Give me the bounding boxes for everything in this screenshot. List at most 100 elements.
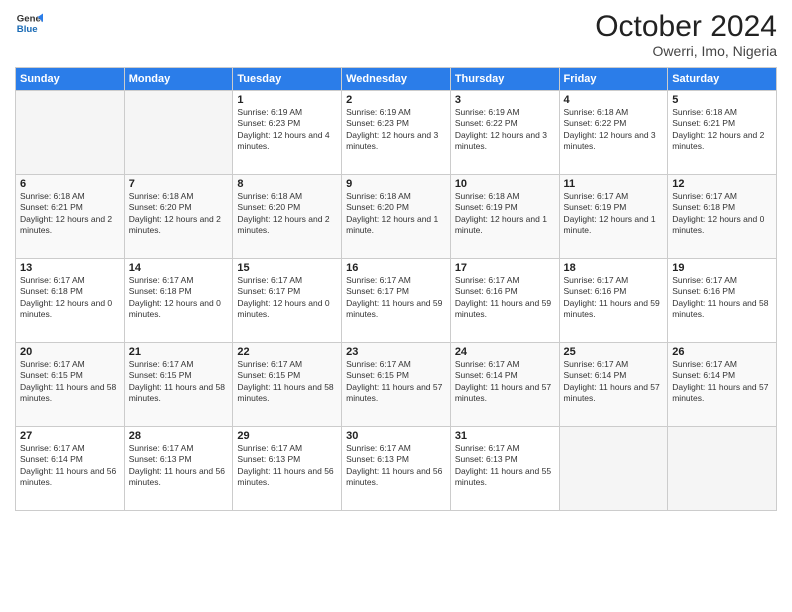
- day-number: 8: [237, 178, 337, 190]
- dow-header: Sunday: [16, 68, 125, 91]
- day-number: 19: [672, 262, 772, 274]
- calendar-cell: [559, 427, 668, 511]
- cell-info: Sunrise: 6:17 AM Sunset: 6:19 PM Dayligh…: [564, 191, 664, 237]
- day-number: 2: [346, 94, 446, 106]
- month-title: October 2024: [595, 10, 777, 43]
- title-block: October 2024 Owerri, Imo, Nigeria: [595, 10, 777, 59]
- cell-info: Sunrise: 6:17 AM Sunset: 6:15 PM Dayligh…: [20, 359, 120, 405]
- day-number: 5: [672, 94, 772, 106]
- cell-info: Sunrise: 6:17 AM Sunset: 6:13 PM Dayligh…: [346, 443, 446, 489]
- calendar-week-row: 1Sunrise: 6:19 AM Sunset: 6:23 PM Daylig…: [16, 91, 777, 175]
- day-number: 30: [346, 430, 446, 442]
- day-number: 9: [346, 178, 446, 190]
- cell-info: Sunrise: 6:17 AM Sunset: 6:18 PM Dayligh…: [20, 275, 120, 321]
- dow-header: Thursday: [450, 68, 559, 91]
- cell-info: Sunrise: 6:17 AM Sunset: 6:13 PM Dayligh…: [237, 443, 337, 489]
- page: General Blue October 2024 Owerri, Imo, N…: [0, 0, 792, 612]
- day-number: 23: [346, 346, 446, 358]
- day-number: 28: [129, 430, 229, 442]
- cell-info: Sunrise: 6:17 AM Sunset: 6:16 PM Dayligh…: [672, 275, 772, 321]
- cell-info: Sunrise: 6:19 AM Sunset: 6:22 PM Dayligh…: [455, 107, 555, 153]
- calendar-cell: 22Sunrise: 6:17 AM Sunset: 6:15 PM Dayli…: [233, 343, 342, 427]
- svg-text:General: General: [17, 13, 43, 24]
- calendar-cell: 8Sunrise: 6:18 AM Sunset: 6:20 PM Daylig…: [233, 175, 342, 259]
- day-number: 4: [564, 94, 664, 106]
- calendar-cell: 21Sunrise: 6:17 AM Sunset: 6:15 PM Dayli…: [124, 343, 233, 427]
- calendar-cell: 3Sunrise: 6:19 AM Sunset: 6:22 PM Daylig…: [450, 91, 559, 175]
- location: Owerri, Imo, Nigeria: [595, 43, 777, 59]
- dow-header: Saturday: [668, 68, 777, 91]
- dow-header: Friday: [559, 68, 668, 91]
- cell-info: Sunrise: 6:17 AM Sunset: 6:18 PM Dayligh…: [129, 275, 229, 321]
- cell-info: Sunrise: 6:19 AM Sunset: 6:23 PM Dayligh…: [237, 107, 337, 153]
- day-number: 11: [564, 178, 664, 190]
- day-number: 15: [237, 262, 337, 274]
- logo-icon: General Blue: [15, 10, 43, 38]
- svg-text:Blue: Blue: [17, 24, 38, 35]
- calendar-cell: 30Sunrise: 6:17 AM Sunset: 6:13 PM Dayli…: [342, 427, 451, 511]
- cell-info: Sunrise: 6:17 AM Sunset: 6:13 PM Dayligh…: [455, 443, 555, 489]
- cell-info: Sunrise: 6:17 AM Sunset: 6:17 PM Dayligh…: [237, 275, 337, 321]
- cell-info: Sunrise: 6:18 AM Sunset: 6:20 PM Dayligh…: [346, 191, 446, 237]
- calendar-cell: [668, 427, 777, 511]
- calendar-cell: 9Sunrise: 6:18 AM Sunset: 6:20 PM Daylig…: [342, 175, 451, 259]
- calendar-cell: 28Sunrise: 6:17 AM Sunset: 6:13 PM Dayli…: [124, 427, 233, 511]
- calendar-cell: 27Sunrise: 6:17 AM Sunset: 6:14 PM Dayli…: [16, 427, 125, 511]
- cell-info: Sunrise: 6:18 AM Sunset: 6:21 PM Dayligh…: [672, 107, 772, 153]
- cell-info: Sunrise: 6:17 AM Sunset: 6:15 PM Dayligh…: [346, 359, 446, 405]
- day-number: 13: [20, 262, 120, 274]
- cell-info: Sunrise: 6:18 AM Sunset: 6:22 PM Dayligh…: [564, 107, 664, 153]
- cell-info: Sunrise: 6:17 AM Sunset: 6:14 PM Dayligh…: [455, 359, 555, 405]
- calendar-cell: 18Sunrise: 6:17 AM Sunset: 6:16 PM Dayli…: [559, 259, 668, 343]
- cell-info: Sunrise: 6:17 AM Sunset: 6:14 PM Dayligh…: [20, 443, 120, 489]
- day-number: 3: [455, 94, 555, 106]
- day-number: 21: [129, 346, 229, 358]
- day-number: 24: [455, 346, 555, 358]
- calendar-cell: 4Sunrise: 6:18 AM Sunset: 6:22 PM Daylig…: [559, 91, 668, 175]
- cell-info: Sunrise: 6:17 AM Sunset: 6:14 PM Dayligh…: [672, 359, 772, 405]
- cell-info: Sunrise: 6:19 AM Sunset: 6:23 PM Dayligh…: [346, 107, 446, 153]
- cell-info: Sunrise: 6:17 AM Sunset: 6:17 PM Dayligh…: [346, 275, 446, 321]
- day-number: 10: [455, 178, 555, 190]
- cell-info: Sunrise: 6:17 AM Sunset: 6:13 PM Dayligh…: [129, 443, 229, 489]
- calendar-cell: 23Sunrise: 6:17 AM Sunset: 6:15 PM Dayli…: [342, 343, 451, 427]
- calendar-cell: 14Sunrise: 6:17 AM Sunset: 6:18 PM Dayli…: [124, 259, 233, 343]
- header: General Blue October 2024 Owerri, Imo, N…: [15, 10, 777, 59]
- calendar-cell: [124, 91, 233, 175]
- calendar-cell: 31Sunrise: 6:17 AM Sunset: 6:13 PM Dayli…: [450, 427, 559, 511]
- day-number: 6: [20, 178, 120, 190]
- cell-info: Sunrise: 6:17 AM Sunset: 6:16 PM Dayligh…: [455, 275, 555, 321]
- calendar-week-row: 20Sunrise: 6:17 AM Sunset: 6:15 PM Dayli…: [16, 343, 777, 427]
- calendar-cell: 1Sunrise: 6:19 AM Sunset: 6:23 PM Daylig…: [233, 91, 342, 175]
- calendar-cell: 5Sunrise: 6:18 AM Sunset: 6:21 PM Daylig…: [668, 91, 777, 175]
- cell-info: Sunrise: 6:17 AM Sunset: 6:16 PM Dayligh…: [564, 275, 664, 321]
- calendar-cell: 13Sunrise: 6:17 AM Sunset: 6:18 PM Dayli…: [16, 259, 125, 343]
- cell-info: Sunrise: 6:18 AM Sunset: 6:21 PM Dayligh…: [20, 191, 120, 237]
- calendar-cell: 6Sunrise: 6:18 AM Sunset: 6:21 PM Daylig…: [16, 175, 125, 259]
- calendar-cell: 20Sunrise: 6:17 AM Sunset: 6:15 PM Dayli…: [16, 343, 125, 427]
- dow-header: Tuesday: [233, 68, 342, 91]
- calendar-cell: 7Sunrise: 6:18 AM Sunset: 6:20 PM Daylig…: [124, 175, 233, 259]
- day-number: 12: [672, 178, 772, 190]
- day-number: 16: [346, 262, 446, 274]
- day-number: 7: [129, 178, 229, 190]
- calendar-cell: 2Sunrise: 6:19 AM Sunset: 6:23 PM Daylig…: [342, 91, 451, 175]
- calendar-cell: 19Sunrise: 6:17 AM Sunset: 6:16 PM Dayli…: [668, 259, 777, 343]
- cell-info: Sunrise: 6:18 AM Sunset: 6:20 PM Dayligh…: [237, 191, 337, 237]
- day-number: 17: [455, 262, 555, 274]
- cell-info: Sunrise: 6:17 AM Sunset: 6:14 PM Dayligh…: [564, 359, 664, 405]
- day-number: 14: [129, 262, 229, 274]
- day-number: 26: [672, 346, 772, 358]
- day-number: 25: [564, 346, 664, 358]
- cell-info: Sunrise: 6:18 AM Sunset: 6:20 PM Dayligh…: [129, 191, 229, 237]
- dow-header: Monday: [124, 68, 233, 91]
- cell-info: Sunrise: 6:17 AM Sunset: 6:15 PM Dayligh…: [237, 359, 337, 405]
- day-number: 18: [564, 262, 664, 274]
- day-number: 31: [455, 430, 555, 442]
- day-number: 29: [237, 430, 337, 442]
- calendar-week-row: 6Sunrise: 6:18 AM Sunset: 6:21 PM Daylig…: [16, 175, 777, 259]
- cell-info: Sunrise: 6:17 AM Sunset: 6:15 PM Dayligh…: [129, 359, 229, 405]
- logo: General Blue: [15, 10, 43, 38]
- calendar-cell: 12Sunrise: 6:17 AM Sunset: 6:18 PM Dayli…: [668, 175, 777, 259]
- calendar-cell: 25Sunrise: 6:17 AM Sunset: 6:14 PM Dayli…: [559, 343, 668, 427]
